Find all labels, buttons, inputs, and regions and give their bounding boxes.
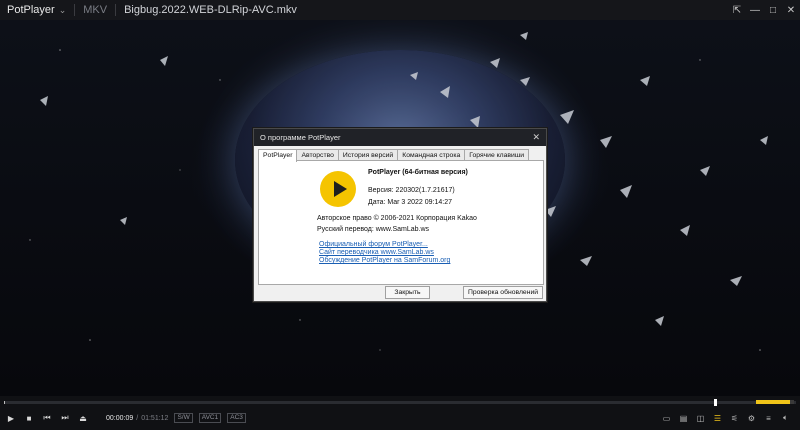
app-menu-button[interactable]: PotPlayer ⌄ [0, 4, 66, 16]
playlist-icon[interactable]: ☰ [709, 414, 726, 423]
tool-icons: ▭ ▤ ◫ ☰ ⚟ ⚙ ≡ 🔈︎ [658, 410, 794, 426]
seek-progress [4, 401, 6, 404]
about-dialog: О программе PotPlayer ✕ PotPlayer Авторс… [253, 128, 547, 302]
current-time: 00:00:09 [106, 414, 134, 422]
build-date-text: Дата: Mar 3 2022 09:14:27 [368, 199, 452, 206]
settings-icon[interactable]: ⚙ [743, 414, 760, 423]
chevron-down-icon: ⌄ [58, 5, 67, 15]
3d-icon[interactable]: ◫ [692, 414, 709, 423]
samforum-link[interactable]: Обсуждение PotPlayer на SamForum.org [319, 257, 450, 264]
equalizer-icon[interactable]: ⚟ [726, 414, 743, 423]
close-icon[interactable]: ✕ [782, 5, 800, 16]
dialog-title-bar: О программе PotPlayer ✕ [254, 129, 546, 146]
next-icon[interactable]: ⏭ [56, 413, 74, 423]
translation-text: Русский перевод: www.SamLab.ws [317, 226, 430, 233]
monitor-icon[interactable]: ▭ [658, 414, 675, 423]
subtitles-icon[interactable]: ▤ [675, 414, 692, 423]
dialog-title: О программе PotPlayer [260, 133, 341, 142]
file-title: Bigbug.2022.WEB-DLRip-AVC.mkv [124, 4, 297, 16]
eject-icon[interactable]: ⏏ [74, 414, 92, 423]
format-label: MKV [83, 4, 108, 16]
play-icon[interactable]: ▶ [2, 414, 20, 423]
tab-panel: PotPlayer (64-битная версия) Версия: 220… [258, 160, 544, 285]
tab-potplayer[interactable]: PotPlayer [258, 149, 298, 162]
close-button[interactable]: Закрыть [385, 286, 430, 299]
check-updates-button[interactable]: Проверка обновлений [463, 286, 543, 299]
potplayer-logo-icon [320, 171, 356, 207]
minimize-icon[interactable]: — [746, 5, 764, 16]
volume-icon[interactable]: 🔈︎ [777, 413, 794, 423]
total-time: 01:51:12 [141, 414, 169, 422]
stop-icon[interactable]: ■ [20, 414, 38, 423]
video-codec-badge[interactable]: AVC1 [198, 413, 222, 423]
window-controls: ⇱ — □ ✕ [728, 0, 800, 20]
previous-icon[interactable]: ⏮ [38, 413, 56, 423]
app-edition: PotPlayer (64-битная версия) [368, 169, 468, 176]
divider [74, 4, 76, 16]
translator-site-link[interactable]: Сайт переводчика www.SamLab.ws [319, 249, 434, 256]
close-icon[interactable]: ✕ [532, 132, 540, 143]
seek-marker[interactable] [714, 399, 717, 406]
copyright-text: Авторское право © 2006-2021 Корпорация K… [317, 215, 477, 222]
pin-icon[interactable]: ⇱ [728, 5, 746, 16]
version-text: Версия: 220302(1.7.21617) [368, 187, 455, 194]
time-separator: / [136, 414, 139, 422]
audio-codec-badge[interactable]: AC3 [227, 413, 246, 423]
app-name: PotPlayer [7, 4, 55, 16]
maximize-icon[interactable]: □ [764, 5, 782, 16]
volume-slider[interactable] [756, 400, 794, 404]
divider [115, 4, 117, 16]
title-bar: PotPlayer ⌄ MKV Bigbug.2022.WEB-DLRip-AVC… [0, 0, 800, 20]
control-bar: ▶ ■ ⏮ ⏭ ⏏ 00:00:09 / 01:51:12 S/W AVC1 A… [0, 396, 800, 430]
forum-link[interactable]: Официальный форум PotPlayer... [319, 241, 428, 248]
menu-icon[interactable]: ≡ [760, 414, 777, 423]
volume-level [756, 400, 791, 404]
decoder-badge[interactable]: S/W [174, 413, 193, 423]
seek-bar[interactable] [4, 399, 796, 406]
